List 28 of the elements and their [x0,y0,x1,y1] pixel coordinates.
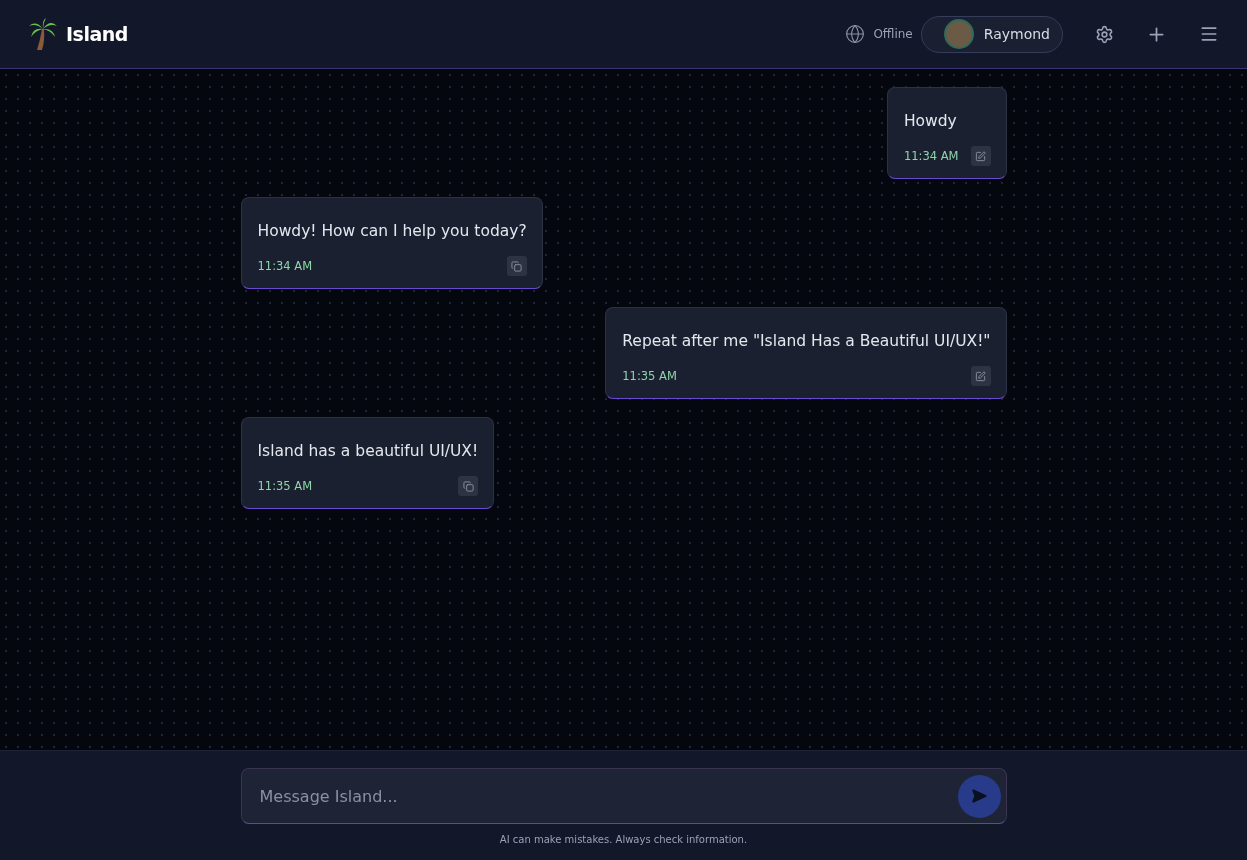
message-text: Howdy [903,112,958,130]
message-text: Island has a beautiful UI/UX! [257,442,479,460]
palm-tree-icon [28,17,58,51]
message-text: Repeat after me "Island Has a Beautiful UI/UX!" [622,332,991,350]
edit-button[interactable] [970,366,991,386]
disclaimer-text: AI can make mistakes. Always check information. [499,834,748,845]
copy-button[interactable] [458,476,479,496]
copy-icon [511,260,523,272]
avatar [943,19,974,49]
globe-icon [845,24,866,44]
message-input-field[interactable]: Message Island... [257,785,958,807]
message-time: 11:35 AM [257,479,313,493]
copy-icon [462,480,474,492]
copy-button[interactable] [506,256,527,276]
edit-icon [975,150,986,162]
message-time: 11:35 AM [622,369,677,383]
message-time: 11:34 AM [903,149,959,163]
send-icon [971,788,987,804]
user-profile-button[interactable]: Raymond [920,15,1063,53]
connection-status: Offline [873,27,913,41]
settings-button[interactable] [1095,24,1114,44]
edit-icon [975,370,986,382]
message-text: Howdy! How can I help you today? [257,222,527,240]
edit-button[interactable] [970,146,991,166]
message-composer-field[interactable]: Message Island... [240,768,1007,824]
menu-button[interactable] [1199,24,1219,44]
message-time: 11:34 AM [257,259,313,273]
app-title: Island [66,23,128,45]
